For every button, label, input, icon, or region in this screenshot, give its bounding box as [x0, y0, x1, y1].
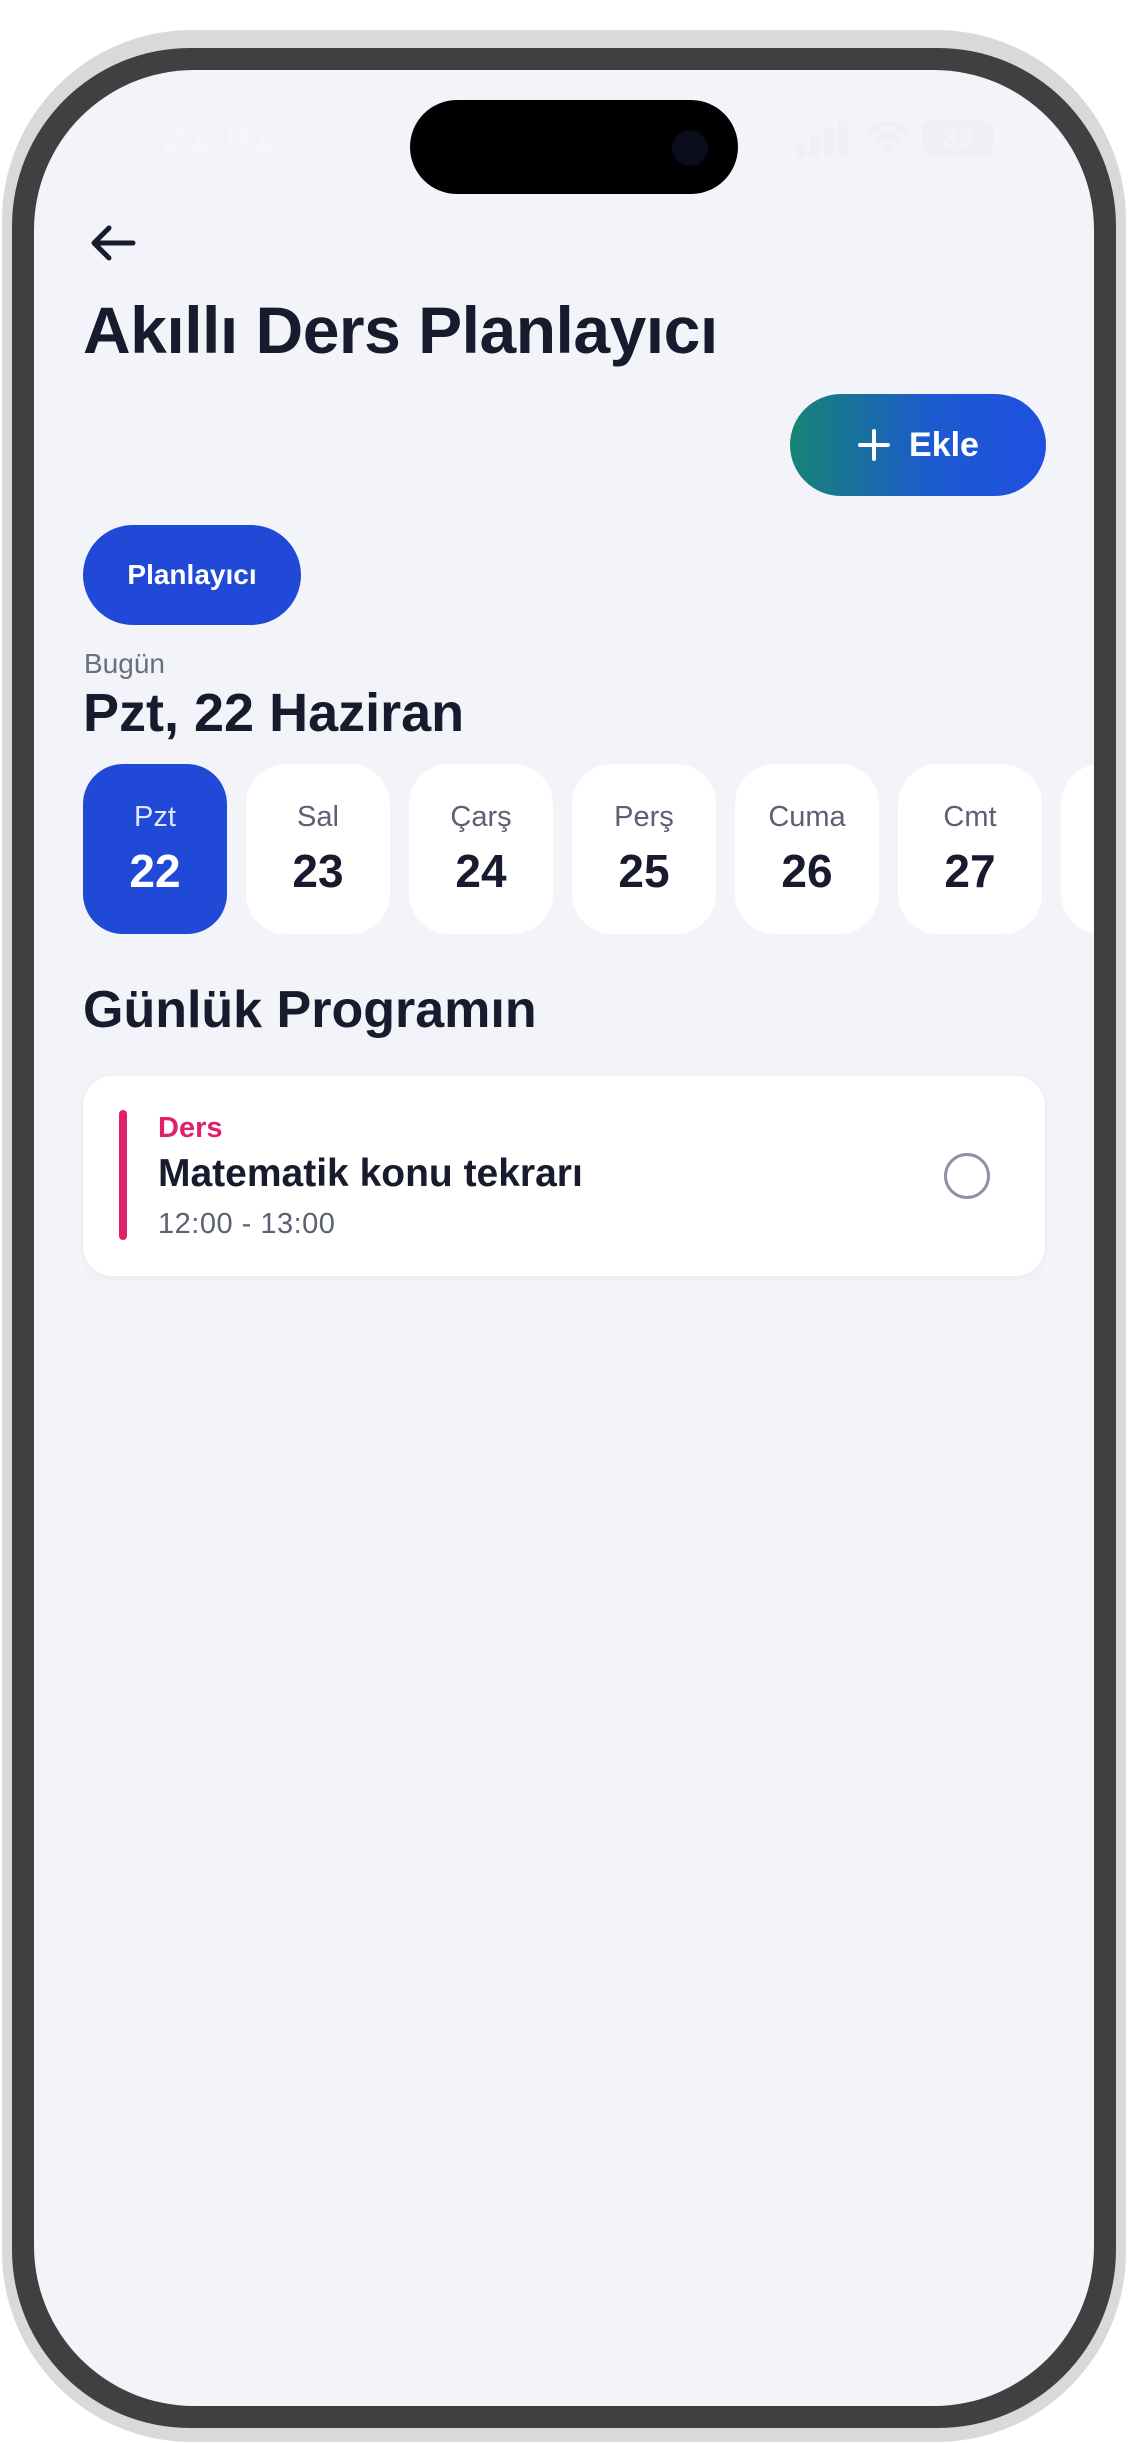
today-label: Bugün	[84, 648, 165, 679]
day-number: 26	[781, 844, 833, 897]
task-time: 12:00 - 13:00	[158, 1208, 336, 1240]
day-name: Cuma	[768, 800, 846, 833]
day-chip-tue[interactable]: Sal 23	[246, 764, 390, 934]
status-time: 21:01	[162, 114, 275, 161]
section-title: Günlük Programın	[83, 981, 537, 1039]
day-chip-thu[interactable]: Perş 25	[572, 764, 716, 934]
task-accent-bar	[119, 1110, 127, 1240]
today-date: Pzt, 22 Haziran	[83, 683, 465, 743]
day-selector: Pzt 22 Sal 23 Çarş 24 Perş 25 Cuma 26 Cm…	[83, 764, 1094, 934]
task-title: Matematik konu tekrarı	[158, 1152, 583, 1195]
add-button[interactable]: Ekle	[790, 394, 1046, 496]
day-name: Perş	[614, 800, 674, 833]
arrow-left-icon	[91, 225, 136, 261]
day-chip-sat[interactable]: Cmt 27	[898, 764, 1042, 934]
battery-icon: 38	[922, 120, 994, 156]
plus-icon	[858, 429, 891, 461]
task-type: Ders	[158, 1112, 223, 1144]
day-number: 24	[455, 844, 507, 897]
page-title: Akıllı Ders Planlayıcı	[83, 293, 718, 367]
day-number: 22	[129, 844, 181, 897]
day-number: 23	[292, 844, 344, 897]
task-card[interactable]: Ders Matematik konu tekrarı 12:00 - 13:0…	[83, 1076, 1045, 1276]
status-bar: 21:01 38	[34, 70, 1094, 200]
day-name: Cmt	[943, 800, 997, 833]
back-button[interactable]	[78, 208, 148, 278]
add-button-label: Ekle	[909, 425, 979, 464]
day-name: Pzt	[134, 800, 176, 833]
day-chip-mon[interactable]: Pzt 22	[83, 764, 227, 934]
day-name: Çarş	[450, 800, 512, 833]
day-chip-sun[interactable]	[1061, 764, 1094, 934]
day-number: 27	[944, 844, 996, 897]
battery-level: 38	[943, 123, 973, 153]
day-chip-fri[interactable]: Cuma 26	[735, 764, 879, 934]
day-number: 25	[618, 844, 670, 897]
tab-planner[interactable]: Planlayıcı	[83, 525, 301, 625]
day-chip-wed[interactable]: Çarş 24	[409, 764, 553, 934]
camera-icon	[672, 130, 708, 166]
day-name: Sal	[297, 800, 339, 833]
app-screen: 21:01 38 Akıllı Ders Planlayıcı Ekle Pla…	[34, 70, 1094, 2406]
signal-icon	[796, 121, 847, 156]
wifi-icon	[867, 121, 909, 154]
task-checkbox[interactable]	[944, 1153, 990, 1199]
